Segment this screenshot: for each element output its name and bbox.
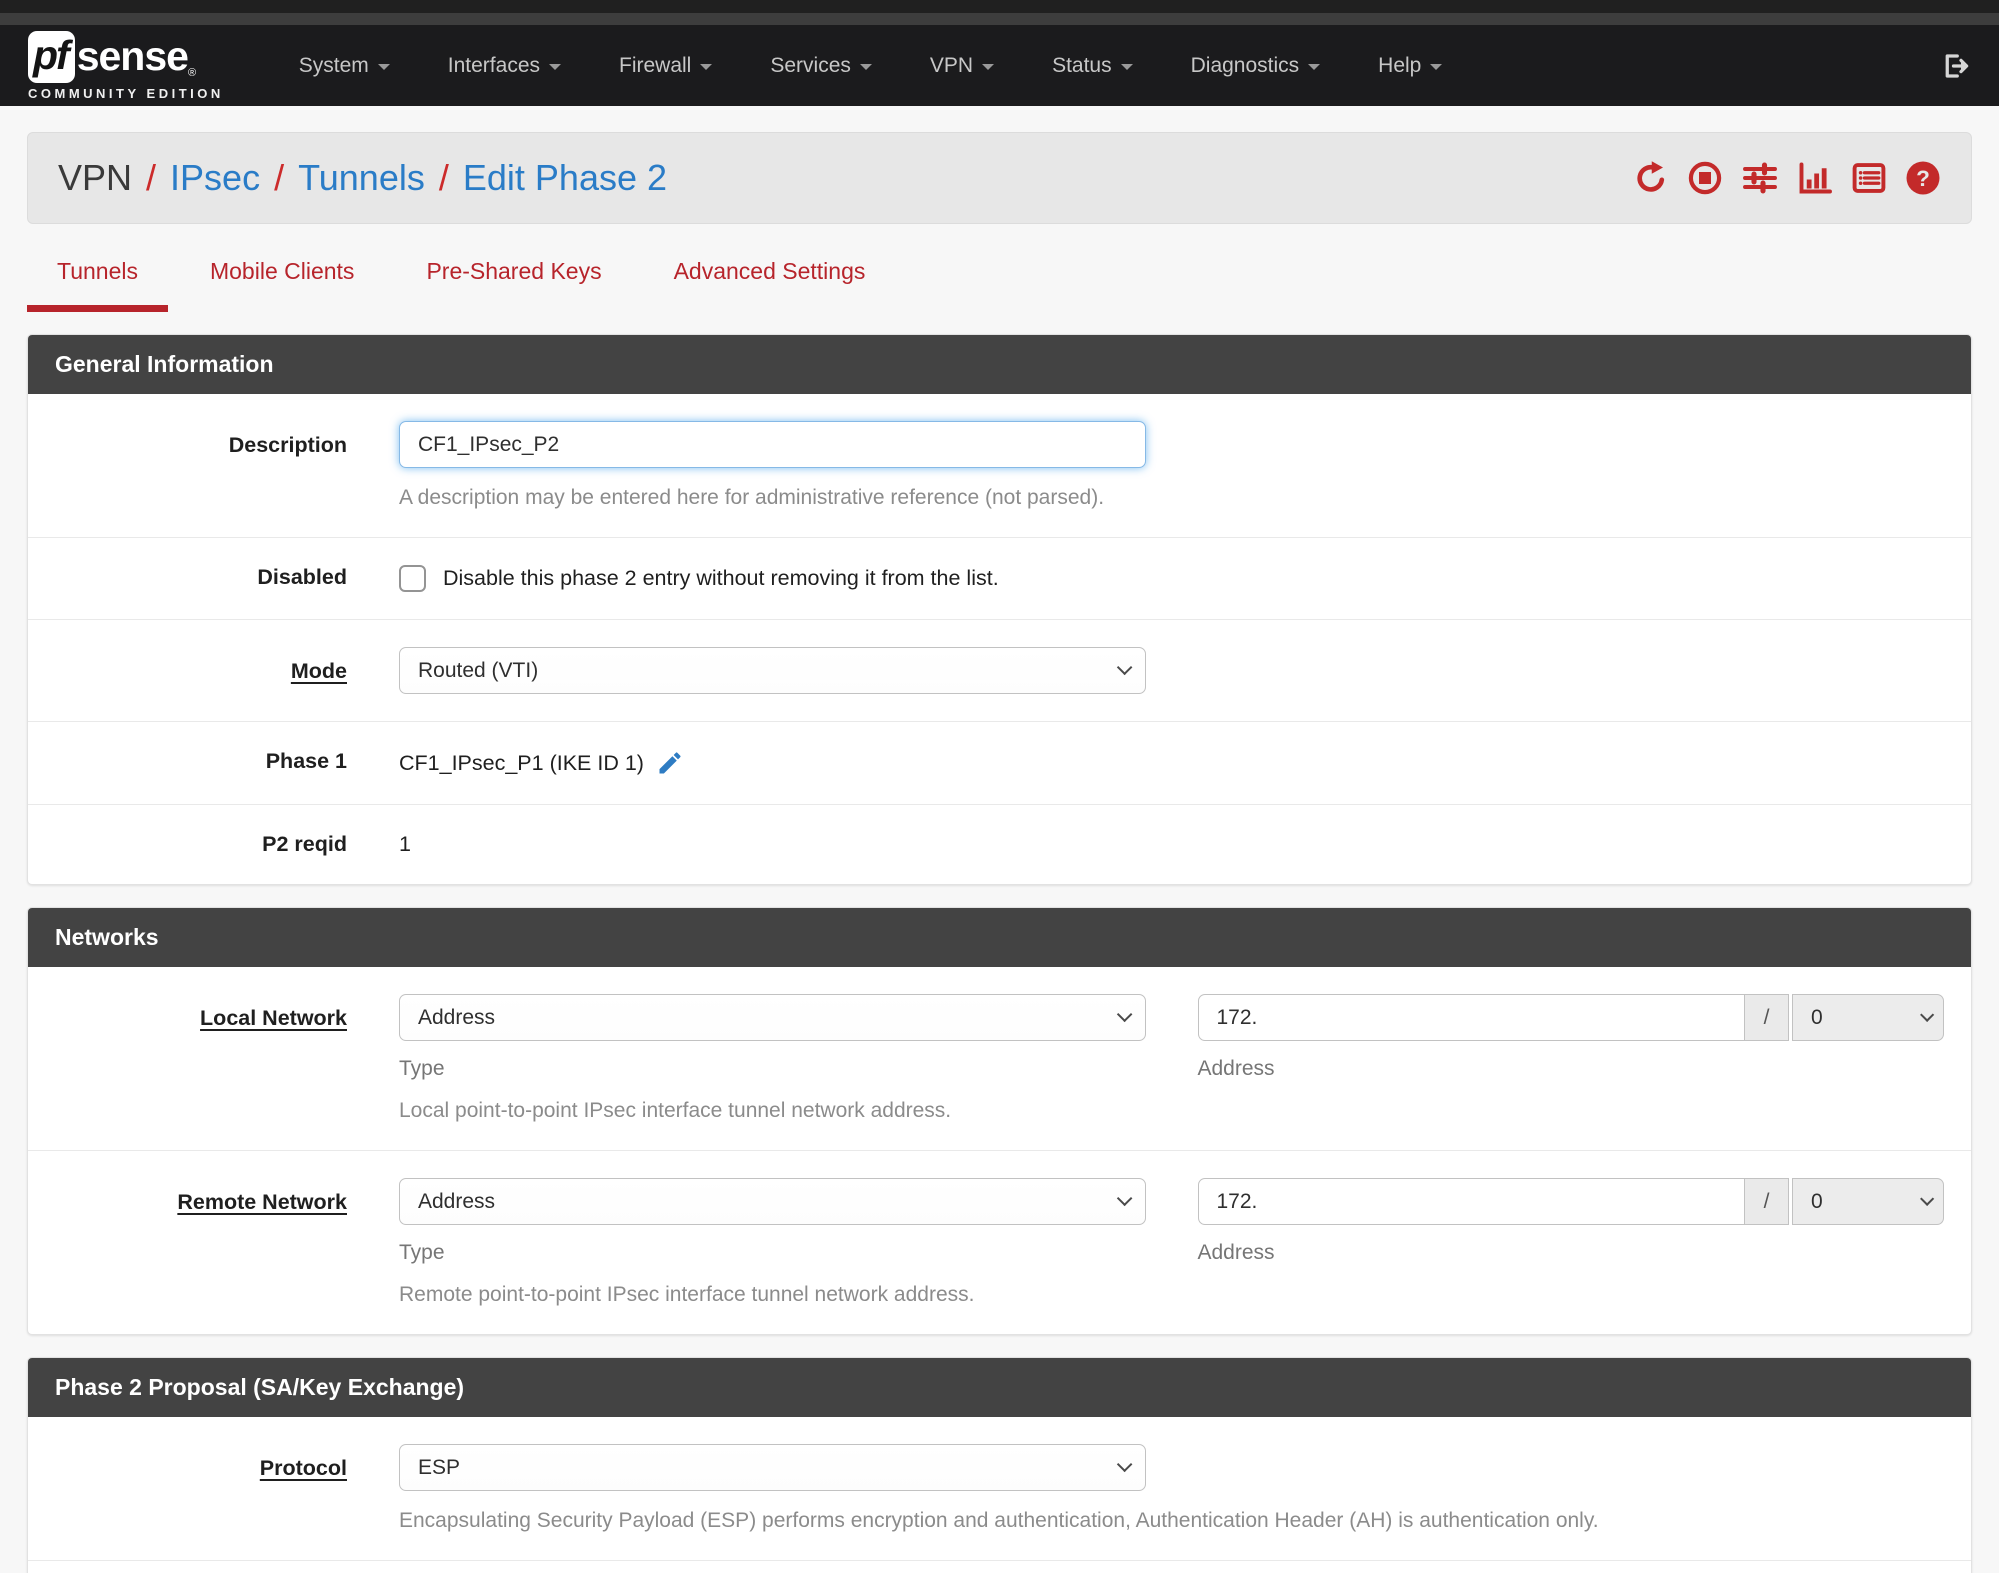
disabled-checkbox-label: Disable this phase 2 entry without remov… xyxy=(443,566,999,590)
remote-network-row: Remote Network Address Type / 0 xyxy=(28,1151,1971,1334)
tab-mobile-clients[interactable]: Mobile Clients xyxy=(180,254,384,312)
sign-out-icon[interactable] xyxy=(1941,51,1971,81)
remote-network-prefix-select[interactable]: 0 xyxy=(1792,1178,1944,1225)
svg-text:?: ? xyxy=(1916,166,1930,191)
phase2-proposal-panel: Phase 2 Proposal (SA/Key Exchange) Proto… xyxy=(27,1357,1972,1573)
nav-item-firewall[interactable]: Firewall xyxy=(590,25,741,106)
remote-network-type-caption: Type xyxy=(399,1241,445,1264)
logo-sense: sense xyxy=(76,33,189,79)
chevron-down-icon xyxy=(1920,1191,1935,1206)
local-network-prefix-select[interactable]: 0 xyxy=(1792,994,1944,1041)
description-input[interactable] xyxy=(399,421,1146,468)
nav-item-diagnostics[interactable]: Diagnostics xyxy=(1162,25,1350,106)
tab-bar: Tunnels Mobile Clients Pre-Shared Keys A… xyxy=(27,254,1972,312)
logo-tagline: COMMUNITY EDITION xyxy=(28,85,224,101)
top-strip-light xyxy=(0,13,1999,25)
section-title-general-information: General Information xyxy=(28,335,1971,394)
logo-pf: pf xyxy=(28,30,75,83)
breadcrumb: VPN / IPsec / Tunnels / Edit Phase 2 xyxy=(58,157,668,199)
section-title-networks: Networks xyxy=(28,908,1971,967)
protocol-help: Encapsulating Security Payload (ESP) per… xyxy=(399,1509,1599,1532)
chevron-down-icon xyxy=(1116,659,1132,676)
remote-network-address-caption: Address xyxy=(1197,1241,1275,1264)
nav-item-status[interactable]: Status xyxy=(1023,25,1162,106)
remote-network-type-select[interactable]: Address xyxy=(399,1178,1146,1225)
nav-item-help[interactable]: Help xyxy=(1349,25,1471,106)
chevron-down-icon xyxy=(377,64,390,70)
refresh-icon[interactable] xyxy=(1633,160,1669,196)
description-row: Description A description may be entered… xyxy=(28,394,1971,538)
p2reqid-row: P2 reqid 1 xyxy=(28,805,1971,884)
breadcrumb-bar: VPN / IPsec / Tunnels / Edit Phase 2 ? xyxy=(27,132,1972,224)
top-strip xyxy=(0,0,1999,13)
local-network-address-caption: Address xyxy=(1197,1057,1275,1080)
main-navbar: pf sense ® COMMUNITY EDITION System Inte… xyxy=(0,25,1999,106)
phase1-label: Phase 1 xyxy=(265,749,347,773)
logo-registered-mark: ® xyxy=(187,66,197,79)
local-network-type-select[interactable]: Address xyxy=(399,994,1146,1041)
remote-network-help: Remote point-to-point IPsec interface tu… xyxy=(399,1283,975,1306)
chevron-down-icon xyxy=(982,64,995,70)
networks-panel: Networks Local Network Address Type / 0 xyxy=(27,907,1972,1335)
phase1-row: Phase 1 CF1_IPsec_P1 (IKE ID 1) xyxy=(28,722,1971,805)
breadcrumb-vpn: VPN xyxy=(58,157,133,198)
local-network-help: Local point-to-point IPsec interface tun… xyxy=(399,1099,952,1122)
help-icon[interactable]: ? xyxy=(1905,160,1941,196)
edit-pencil-icon[interactable] xyxy=(656,749,684,777)
stop-icon[interactable] xyxy=(1687,160,1723,196)
mode-row: Mode Routed (VTI) xyxy=(28,620,1971,722)
nav-item-vpn[interactable]: VPN xyxy=(901,25,1023,106)
breadcrumb-ipsec-link[interactable]: IPsec xyxy=(170,157,260,199)
mode-label: Mode xyxy=(290,659,347,683)
chevron-down-icon xyxy=(700,64,713,70)
bar-chart-icon[interactable] xyxy=(1797,160,1833,196)
sliders-icon[interactable] xyxy=(1741,160,1779,196)
pfsense-logo[interactable]: pf sense ® COMMUNITY EDITION xyxy=(28,30,224,101)
tab-advanced-settings[interactable]: Advanced Settings xyxy=(644,254,896,312)
chevron-down-icon xyxy=(1116,1006,1132,1023)
breadcrumb-tunnels-link[interactable]: Tunnels xyxy=(298,157,425,199)
chevron-down-icon xyxy=(1120,64,1133,70)
phase1-value: CF1_IPsec_P1 (IKE ID 1) xyxy=(399,750,644,775)
chevron-down-icon xyxy=(1308,64,1321,70)
description-help: A description may be entered here for ad… xyxy=(399,486,1105,509)
local-network-label: Local Network xyxy=(200,1006,347,1030)
protocol-row: Protocol ESP Encapsulating Security Payl… xyxy=(28,1417,1971,1561)
protocol-label: Protocol xyxy=(259,1456,347,1480)
general-information-panel: General Information Description A descri… xyxy=(27,334,1972,885)
local-network-type-caption: Type xyxy=(399,1057,445,1080)
p2reqid-value: 1 xyxy=(399,832,411,856)
nav-item-services[interactable]: Services xyxy=(741,25,901,106)
chevron-down-icon xyxy=(549,64,561,70)
p2reqid-label: P2 reqid xyxy=(262,832,347,856)
log-icon[interactable] xyxy=(1851,160,1887,196)
chevron-down-icon xyxy=(1920,1007,1935,1022)
local-network-address-input[interactable] xyxy=(1197,994,1745,1041)
protocol-select[interactable]: ESP xyxy=(399,1444,1146,1491)
remote-network-address-input[interactable] xyxy=(1197,1178,1745,1225)
breadcrumb-edit-phase2: Edit Phase 2 xyxy=(462,157,668,198)
remote-network-label: Remote Network xyxy=(177,1190,347,1214)
local-network-row: Local Network Address Type / 0 xyxy=(28,967,1971,1151)
section-title-phase2-proposal: Phase 2 Proposal (SA/Key Exchange) xyxy=(28,1358,1971,1417)
encryption-aes-row: Encryption Algorithms AES 256 bits xyxy=(28,1561,1971,1573)
remote-network-prefix-separator: / xyxy=(1745,1178,1789,1225)
tab-tunnels[interactable]: Tunnels xyxy=(27,254,168,312)
disabled-label: Disabled xyxy=(257,565,347,589)
mode-select[interactable]: Routed (VTI) xyxy=(399,647,1146,694)
local-network-prefix-separator: / xyxy=(1745,994,1789,1041)
chevron-down-icon xyxy=(1116,1190,1132,1207)
nav-item-system[interactable]: System xyxy=(270,25,419,106)
disabled-row: Disabled Disable this phase 2 entry with… xyxy=(28,538,1971,620)
chevron-down-icon xyxy=(1430,64,1443,70)
description-label: Description xyxy=(228,433,347,457)
nav-item-interfaces[interactable]: Interfaces xyxy=(419,25,590,106)
nav-menu: System Interfaces Firewall Services VPN … xyxy=(270,25,1472,106)
chevron-down-icon xyxy=(1116,1456,1132,1473)
tab-pre-shared-keys[interactable]: Pre-Shared Keys xyxy=(396,254,631,312)
chevron-down-icon xyxy=(859,64,872,70)
disabled-checkbox[interactable] xyxy=(399,565,426,592)
